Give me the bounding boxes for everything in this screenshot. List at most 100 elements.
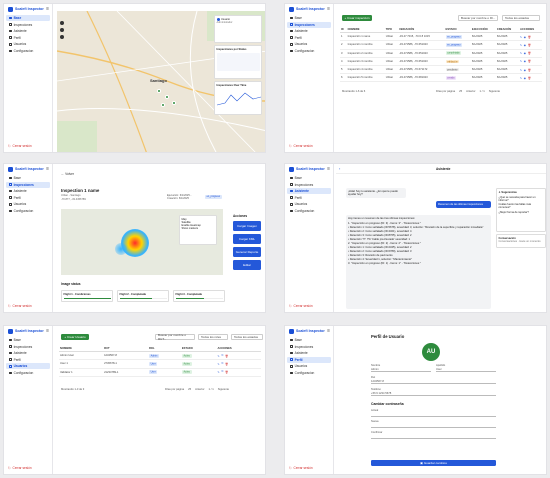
- view-icon[interactable]: ◉: [524, 76, 526, 80]
- new-password-field[interactable]: [371, 424, 496, 428]
- prev-page-button[interactable]: Anterior: [195, 388, 204, 391]
- delete-icon[interactable]: 🗑: [528, 68, 531, 72]
- edit-icon[interactable]: ✎: [520, 68, 522, 72]
- delete-icon[interactable]: 🗑: [528, 35, 531, 39]
- sidebar-item-asistente[interactable]: Asistente: [287, 350, 331, 356]
- upload-kml-button[interactable]: Cargar KML: [233, 234, 261, 244]
- back-button[interactable]: ← Volver: [61, 172, 74, 176]
- rows-per-page-select[interactable]: 25: [188, 388, 191, 391]
- key-icon[interactable]: ⚿: [221, 370, 223, 374]
- sidebar-item-perfil[interactable]: Perfil: [287, 195, 331, 201]
- edit-icon[interactable]: ✎: [218, 370, 220, 374]
- sidebar-item-base[interactable]: Base: [6, 337, 50, 343]
- edit-button[interactable]: Editar: [233, 260, 261, 270]
- table-row[interactable]: 4 Inspección 3 nombre Urban -33.471586, -70…: [340, 57, 542, 66]
- sidebar-item-asistente[interactable]: Asistente: [6, 350, 50, 356]
- generate-report-button[interactable]: Generar Reporte: [233, 247, 261, 257]
- table-row[interactable]: 1 Inspección 1 name Urban -33.47 7015, -70.…: [340, 32, 542, 42]
- prev-page-button[interactable]: Anterior: [466, 90, 475, 93]
- sidebar-item-inspecciones[interactable]: Inspecciones: [6, 344, 50, 350]
- sidebar-item-usuarios[interactable]: Usuarios: [287, 41, 331, 47]
- sidebar-item-base[interactable]: Base: [6, 15, 50, 21]
- rows-per-page-select[interactable]: 25: [459, 90, 462, 93]
- table-row[interactable]: 5 Inspección 4 nombre Urban -33.471586, -70…: [340, 65, 542, 75]
- search-input[interactable]: Buscar por nombre o RUT...: [155, 333, 195, 341]
- menu-icon[interactable]: ≡: [46, 328, 49, 334]
- next-page-button[interactable]: Siguiente: [218, 388, 229, 391]
- suggestion-item[interactable]: Cuáles fueron las fallas más comunes?: [499, 203, 544, 209]
- sidebar-item-perfil[interactable]: Perfil: [6, 35, 50, 41]
- edit-icon[interactable]: ✎: [520, 43, 522, 47]
- view-icon[interactable]: ◉: [524, 68, 526, 72]
- sidebar-item-inspecciones[interactable]: Inspecciones: [287, 21, 331, 28]
- table-row[interactable]: Admin User 1234567-8 Admin Activo ✎ ⚿ 🗑: [59, 351, 261, 361]
- sidebar-item-configuracion[interactable]: Configuracion: [287, 208, 331, 214]
- sidebar-item-configuracion[interactable]: Configuracion: [6, 370, 50, 376]
- name-field[interactable]: Admin: [371, 368, 431, 372]
- map-marker[interactable]: [172, 101, 176, 105]
- sidebar-item-usuarios[interactable]: Usuarios: [6, 201, 50, 207]
- create-inspection-button[interactable]: + Crear inspección: [342, 15, 372, 21]
- logout-button[interactable]: ⎋ Cerrar sesión: [289, 144, 313, 148]
- delete-icon[interactable]: 🗑: [225, 362, 228, 366]
- delete-icon[interactable]: 🗑: [225, 370, 228, 374]
- edit-icon[interactable]: ✎: [520, 51, 522, 55]
- map-zoom-in-icon[interactable]: [60, 21, 64, 25]
- sidebar-item-configuracion[interactable]: Configuracion: [287, 48, 331, 54]
- sidebar-item-asistente[interactable]: Asistente: [287, 188, 331, 195]
- role-filter-select[interactable]: Todos los roles: [198, 334, 228, 340]
- sidebar-item-usuarios[interactable]: Usuarios: [287, 363, 331, 369]
- delete-icon[interactable]: 🗑: [225, 354, 228, 358]
- sidebar-item-usuarios[interactable]: Usuarios: [6, 363, 50, 370]
- status-filter-select[interactable]: Todos los estados: [502, 15, 540, 21]
- key-icon[interactable]: ⚿: [221, 354, 223, 358]
- city-map[interactable]: Santiago Usuario Administrador Inspeccio…: [57, 11, 265, 152]
- menu-icon[interactable]: ≡: [327, 328, 330, 334]
- sidebar-item-usuarios[interactable]: Usuarios: [287, 201, 331, 207]
- menu-icon[interactable]: ≡: [327, 6, 330, 12]
- sidebar-item-usuarios[interactable]: Usuarios: [6, 41, 50, 47]
- edit-icon[interactable]: ✎: [520, 59, 522, 63]
- save-button[interactable]: ▣ Guardar cambios: [371, 460, 496, 466]
- view-icon[interactable]: ◉: [524, 35, 526, 39]
- table-row[interactable]: User 1 2745678-1 User Activo ✎ ⚿ 🗑: [59, 359, 261, 369]
- table-row[interactable]: 2 Inspección 1 nombre Urban -33.471586, -70…: [340, 40, 542, 50]
- status-filter-select[interactable]: Todos los estados: [231, 334, 263, 340]
- sidebar-item-perfil[interactable]: Perfil: [6, 195, 50, 201]
- map-marker[interactable]: [165, 95, 169, 99]
- sidebar-item-base[interactable]: Base: [287, 337, 331, 343]
- sidebar-item-inspecciones[interactable]: Inspecciones: [287, 182, 331, 188]
- view-icon[interactable]: ◉: [524, 51, 526, 55]
- suggestion-item[interactable]: ¿Qué se necesita para hacer un informe?: [499, 196, 544, 202]
- sidebar-item-base[interactable]: Base: [287, 175, 331, 181]
- edit-icon[interactable]: ✎: [520, 35, 522, 39]
- delete-icon[interactable]: 🗑: [528, 59, 531, 63]
- view-icon[interactable]: ◉: [524, 59, 526, 63]
- next-page-button[interactable]: Siguiente: [489, 90, 500, 93]
- logout-button[interactable]: ⎋ Cerrar sesión: [289, 466, 313, 470]
- edit-icon[interactable]: ✎: [218, 362, 220, 366]
- sidebar-item-inspecciones[interactable]: Inspecciones: [6, 22, 50, 28]
- delete-icon[interactable]: 🗑: [528, 76, 531, 80]
- sidebar-item-inspecciones[interactable]: Inspecciones: [287, 344, 331, 350]
- collapse-icon[interactable]: ‹: [339, 166, 340, 171]
- sidebar-item-asistente[interactable]: Asistente: [6, 188, 50, 194]
- search-input[interactable]: Buscar por nombre o ID...: [458, 15, 498, 21]
- logout-button[interactable]: ⎋ Cerrar sesión: [8, 304, 32, 308]
- logout-button[interactable]: ⎋ Cerrar sesión: [289, 304, 313, 308]
- logout-button[interactable]: ⎋ Cerrar sesión: [8, 466, 32, 470]
- sidebar-item-perfil[interactable]: Perfil: [287, 356, 331, 363]
- sidebar-item-configuracion[interactable]: Configuracion: [6, 48, 50, 54]
- upload-image-button[interactable]: Cargar Imagen: [233, 221, 261, 231]
- sidebar-item-base[interactable]: Base: [6, 175, 50, 181]
- sidebar-item-asistente[interactable]: Asistente: [287, 28, 331, 34]
- edit-icon[interactable]: ✎: [520, 76, 522, 80]
- sidebar-item-asistente[interactable]: Asistente: [6, 28, 50, 34]
- sidebar-item-configuracion[interactable]: Configuracion: [287, 370, 331, 376]
- menu-icon[interactable]: ≡: [327, 166, 330, 172]
- heatmap-map[interactable]: Map Satellite Enable Heatmap Show marker…: [61, 209, 223, 275]
- key-icon[interactable]: ⚿: [221, 362, 223, 366]
- sidebar-item-perfil[interactable]: Perfil: [6, 357, 50, 363]
- sidebar-item-base[interactable]: Base: [287, 15, 331, 21]
- menu-icon[interactable]: ≡: [46, 6, 49, 12]
